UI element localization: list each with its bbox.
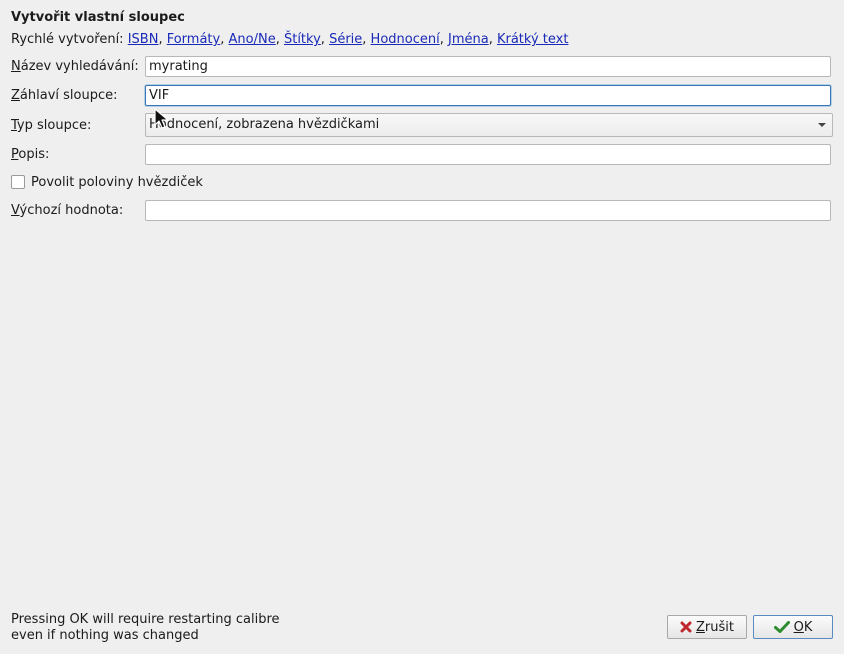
create-custom-column-dialog: Vytvořit vlastní sloupec Rychlé vytvořen… xyxy=(0,0,844,654)
description-label: Popis: xyxy=(11,147,50,162)
ok-button[interactable]: OK xyxy=(753,615,833,639)
quick-create-series-link[interactable]: Série xyxy=(329,32,362,47)
checkmark-icon xyxy=(773,621,790,633)
description-input[interactable] xyxy=(145,144,831,165)
quick-create-bar: Rychlé vytvoření: ISBN, Formáty, Ano/Ne,… xyxy=(11,32,569,47)
lookup-name-input[interactable] xyxy=(145,56,831,77)
chevron-down-icon xyxy=(818,123,826,127)
half-stars-label: Povolit poloviny hvězdiček xyxy=(31,174,203,190)
quick-create-isbn-link[interactable]: ISBN xyxy=(128,32,159,47)
column-heading-input[interactable] xyxy=(145,85,831,106)
half-stars-checkbox[interactable] xyxy=(11,175,25,189)
ok-button-label: OK xyxy=(793,619,813,635)
quick-create-yesno-link[interactable]: Ano/Ne xyxy=(229,32,276,47)
column-type-label: Typ sloupce: xyxy=(11,118,92,133)
cancel-button-label: Zrušit xyxy=(696,619,734,635)
quick-create-tags-link[interactable]: Štítky xyxy=(284,32,321,47)
quick-create-rating-link[interactable]: Hodnocení xyxy=(371,32,440,47)
column-type-select[interactable]: Hodnocení, zobrazena hvězdičkami xyxy=(145,113,833,137)
quick-create-short-text-link[interactable]: Krátký text xyxy=(497,32,568,47)
dialog-title: Vytvořit vlastní sloupec xyxy=(11,10,185,25)
cancel-button[interactable]: Zrušit xyxy=(667,615,747,639)
default-value-label: Výchozí hodnota: xyxy=(11,203,124,218)
x-icon xyxy=(680,621,692,633)
default-value-input[interactable] xyxy=(145,200,831,221)
column-heading-label: Záhlaví sloupce: xyxy=(11,88,118,103)
lookup-name-label: Název vyhledávání: xyxy=(11,59,139,74)
quick-create-names-link[interactable]: Jména xyxy=(448,32,489,47)
mouse-cursor-icon xyxy=(154,108,170,134)
quick-create-formats-link[interactable]: Formáty xyxy=(167,32,221,47)
restart-note: Pressing OK will require restarting cali… xyxy=(11,612,280,644)
column-type-value: Hodnocení, zobrazena hvězdičkami xyxy=(149,117,380,132)
quick-create-label: Rychlé vytvoření: xyxy=(11,32,124,47)
half-stars-checkbox-row[interactable]: Povolit poloviny hvězdiček xyxy=(11,174,203,190)
restart-note-line2: even if nothing was changed xyxy=(11,628,199,643)
restart-note-line1: Pressing OK will require restarting cali… xyxy=(11,612,280,627)
